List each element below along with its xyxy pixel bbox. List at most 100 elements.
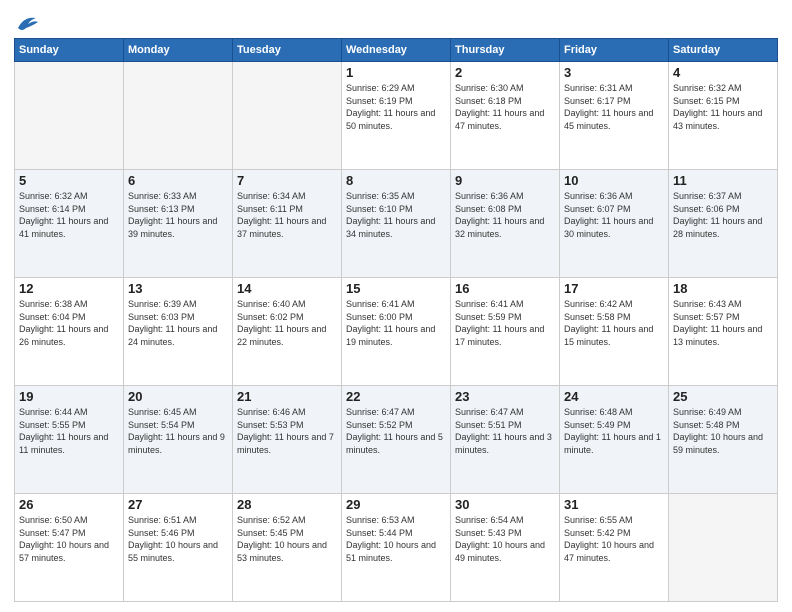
day-number: 28 [237,497,337,512]
calendar-cell: 14Sunrise: 6:40 AMSunset: 6:02 PMDayligh… [233,278,342,386]
cell-info: Sunrise: 6:52 AMSunset: 5:45 PMDaylight:… [237,514,337,564]
cell-info: Sunrise: 6:45 AMSunset: 5:54 PMDaylight:… [128,406,228,456]
calendar-cell: 11 Sunrise: 6:37 AMSunset: 6:06 PMDayligh… [669,170,778,278]
calendar-cell [233,62,342,170]
day-number: 26 [19,497,119,512]
day-number: 27 [128,497,228,512]
cell-info: Sunrise: 6:49 AMSunset: 5:48 PMDaylight:… [673,406,773,456]
day-number: 4 [673,65,773,80]
cell-info: Sunrise: 6:47 AMSunset: 5:51 PMDaylight:… [455,406,555,456]
day-number: 31 [564,497,664,512]
cell-info: Sunrise: 6:47 AMSunset: 5:52 PMDaylight:… [346,406,446,456]
weekday-header-thursday: Thursday [451,39,560,62]
cell-info: Sunrise: 6:48 AMSunset: 5:49 PMDaylight:… [564,406,664,456]
calendar-cell: 6 Sunrise: 6:33 AMSunset: 6:13 PMDaylight… [124,170,233,278]
calendar-cell: 18 Sunrise: 6:43 AMSunset: 5:57 PMDayligh… [669,278,778,386]
calendar-cell: 13 Sunrise: 6:39 AMSunset: 6:03 PMDayligh… [124,278,233,386]
calendar-cell: 12Sunrise: 6:38 AMSunset: 6:04 PMDayligh… [15,278,124,386]
cell-info: Sunrise: 6:53 AMSunset: 5:44 PMDaylight:… [346,514,446,564]
page: SundayMondayTuesdayWednesdayThursdayFrid… [0,0,792,612]
day-number: 17 [564,281,664,296]
cell-info: Sunrise: 6:34 AMSunset: 6:11 PMDaylight:… [237,190,337,240]
day-number: 15 [346,281,446,296]
calendar-cell: 15 Sunrise: 6:41 AMSunset: 6:00 PMDayligh… [342,278,451,386]
cell-info: Sunrise: 6:36 AMSunset: 6:08 PMDaylight:… [455,190,555,240]
calendar-table: SundayMondayTuesdayWednesdayThursdayFrid… [14,38,778,602]
calendar-cell: 8 Sunrise: 6:35 AMSunset: 6:10 PMDaylight… [342,170,451,278]
weekday-header-tuesday: Tuesday [233,39,342,62]
calendar-cell: 24 Sunrise: 6:48 AMSunset: 5:49 PMDayligh… [560,386,669,494]
day-number: 18 [673,281,773,296]
day-number: 30 [455,497,555,512]
day-number: 11 [673,173,773,188]
cell-info: Sunrise: 6:30 AMSunset: 6:18 PMDaylight:… [455,82,555,132]
cell-info: Sunrise: 6:50 AMSunset: 5:47 PMDaylight:… [19,514,119,564]
calendar-cell: 3 Sunrise: 6:31 AMSunset: 6:17 PMDaylight… [560,62,669,170]
weekday-header-friday: Friday [560,39,669,62]
day-number: 13 [128,281,228,296]
calendar-cell [669,494,778,602]
calendar-cell: 25Sunrise: 6:49 AMSunset: 5:48 PMDayligh… [669,386,778,494]
cell-info: Sunrise: 6:29 AMSunset: 6:19 PMDaylight:… [346,82,446,132]
cell-info: Sunrise: 6:32 AMSunset: 6:15 PMDaylight:… [673,82,773,132]
calendar-week-row: 19 Sunrise: 6:44 AMSunset: 5:55 PMDayligh… [15,386,778,494]
calendar-cell: 19 Sunrise: 6:44 AMSunset: 5:55 PMDayligh… [15,386,124,494]
calendar-cell: 28 Sunrise: 6:52 AMSunset: 5:45 PMDayligh… [233,494,342,602]
calendar-cell: 16Sunrise: 6:41 AMSunset: 5:59 PMDayligh… [451,278,560,386]
cell-info: Sunrise: 6:38 AMSunset: 6:04 PMDaylight:… [19,298,119,348]
calendar-cell: 4 Sunrise: 6:32 AMSunset: 6:15 PMDaylight… [669,62,778,170]
calendar-cell: 9 Sunrise: 6:36 AMSunset: 6:08 PMDaylight… [451,170,560,278]
calendar-cell: 1 Sunrise: 6:29 AMSunset: 6:19 PMDaylight… [342,62,451,170]
calendar-cell: 21Sunrise: 6:46 AMSunset: 5:53 PMDayligh… [233,386,342,494]
day-number: 20 [128,389,228,404]
day-number: 2 [455,65,555,80]
calendar-week-row: 5 Sunrise: 6:32 AMSunset: 6:14 PMDaylight… [15,170,778,278]
day-number: 14 [237,281,337,296]
calendar-cell [124,62,233,170]
cell-info: Sunrise: 6:39 AMSunset: 6:03 PMDaylight:… [128,298,228,348]
weekday-header-saturday: Saturday [669,39,778,62]
day-number: 22 [346,389,446,404]
calendar-cell: 2 Sunrise: 6:30 AMSunset: 6:18 PMDaylight… [451,62,560,170]
calendar-cell: 20 Sunrise: 6:45 AMSunset: 5:54 PMDayligh… [124,386,233,494]
weekday-header-wednesday: Wednesday [342,39,451,62]
logo [14,14,38,32]
weekday-header-sunday: Sunday [15,39,124,62]
day-number: 29 [346,497,446,512]
cell-info: Sunrise: 6:31 AMSunset: 6:17 PMDaylight:… [564,82,664,132]
day-number: 3 [564,65,664,80]
cell-info: Sunrise: 6:44 AMSunset: 5:55 PMDaylight:… [19,406,119,456]
cell-info: Sunrise: 6:33 AMSunset: 6:13 PMDaylight:… [128,190,228,240]
calendar-week-row: 1 Sunrise: 6:29 AMSunset: 6:19 PMDaylight… [15,62,778,170]
cell-info: Sunrise: 6:41 AMSunset: 6:00 PMDaylight:… [346,298,446,348]
cell-info: Sunrise: 6:54 AMSunset: 5:43 PMDaylight:… [455,514,555,564]
calendar-cell: 26 Sunrise: 6:50 AMSunset: 5:47 PMDayligh… [15,494,124,602]
cell-info: Sunrise: 6:42 AMSunset: 5:58 PMDaylight:… [564,298,664,348]
calendar-cell: 23 Sunrise: 6:47 AMSunset: 5:51 PMDayligh… [451,386,560,494]
calendar-cell: 30 Sunrise: 6:54 AMSunset: 5:43 PMDayligh… [451,494,560,602]
calendar-cell: 5 Sunrise: 6:32 AMSunset: 6:14 PMDaylight… [15,170,124,278]
calendar-cell [15,62,124,170]
day-number: 21 [237,389,337,404]
day-number: 8 [346,173,446,188]
day-number: 7 [237,173,337,188]
calendar-week-row: 12Sunrise: 6:38 AMSunset: 6:04 PMDayligh… [15,278,778,386]
calendar-header-row: SundayMondayTuesdayWednesdayThursdayFrid… [15,39,778,62]
day-number: 19 [19,389,119,404]
weekday-header-monday: Monday [124,39,233,62]
header [14,10,778,32]
day-number: 5 [19,173,119,188]
day-number: 9 [455,173,555,188]
cell-info: Sunrise: 6:43 AMSunset: 5:57 PMDaylight:… [673,298,773,348]
day-number: 1 [346,65,446,80]
day-number: 24 [564,389,664,404]
cell-info: Sunrise: 6:37 AMSunset: 6:06 PMDaylight:… [673,190,773,240]
calendar-cell: 22 Sunrise: 6:47 AMSunset: 5:52 PMDayligh… [342,386,451,494]
day-number: 23 [455,389,555,404]
day-number: 16 [455,281,555,296]
cell-info: Sunrise: 6:35 AMSunset: 6:10 PMDaylight:… [346,190,446,240]
calendar-cell: 29 Sunrise: 6:53 AMSunset: 5:44 PMDayligh… [342,494,451,602]
logo-bird-icon [16,14,38,32]
day-number: 6 [128,173,228,188]
cell-info: Sunrise: 6:32 AMSunset: 6:14 PMDaylight:… [19,190,119,240]
